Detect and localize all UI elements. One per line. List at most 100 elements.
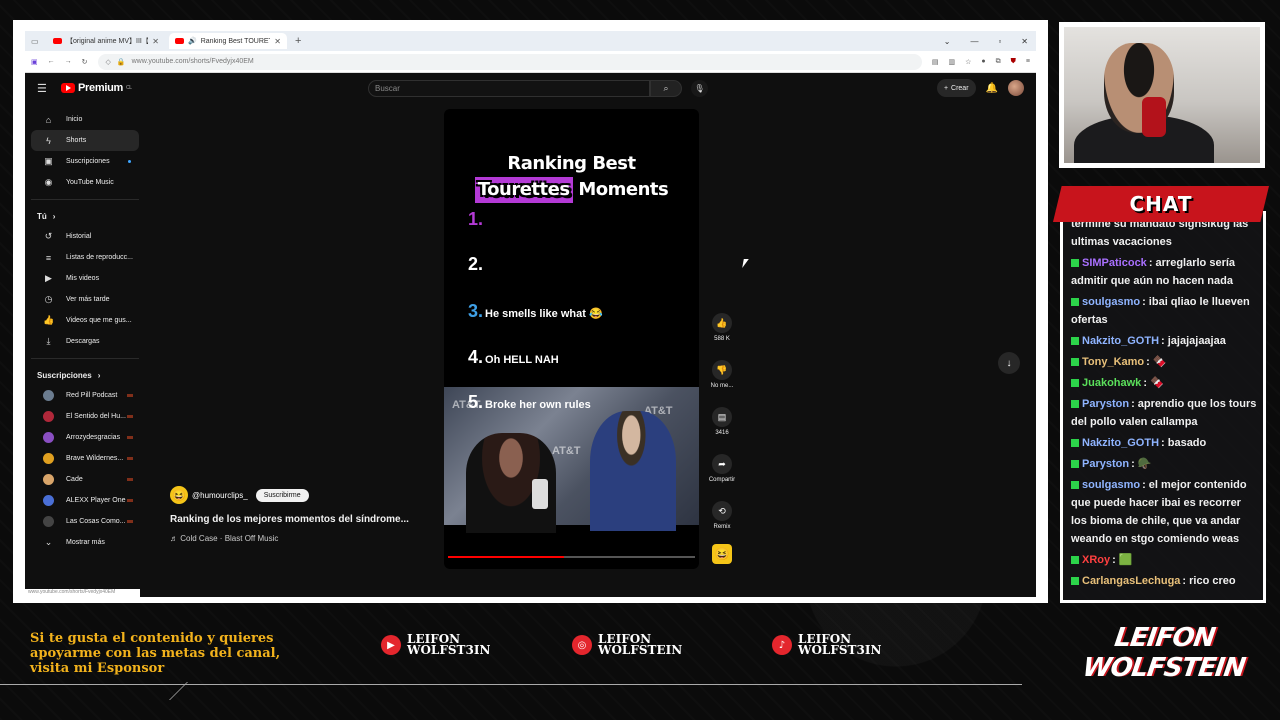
live-indicator bbox=[127, 478, 133, 481]
new-content-dot bbox=[128, 160, 131, 163]
close-tab-icon[interactable]: ✕ bbox=[152, 37, 159, 46]
remix-button[interactable]: ⟲ Remix bbox=[712, 501, 732, 548]
channel-handle[interactable]: @humourclips_ bbox=[192, 491, 248, 500]
music-row[interactable]: ♬ Cold Case · Blast Off Music bbox=[170, 534, 420, 543]
youtube-premium-logo[interactable]: Premium CL bbox=[61, 82, 132, 94]
sidebar-item-label: El Sentido del Hu... bbox=[66, 413, 126, 420]
chat-message: CarlangasLechuga: rico creo bbox=[1071, 572, 1257, 590]
close-window-button[interactable]: ✕ bbox=[1021, 37, 1028, 46]
bookmark-star-icon[interactable]: ☆ bbox=[965, 58, 971, 66]
sidebar-item-suscripciones[interactable]: ▣ Suscripciones bbox=[31, 151, 139, 172]
url-field[interactable]: ◇ 🔒 www.youtube.com/shorts/Fvedyjx40EM bbox=[97, 53, 922, 70]
kick-badge-icon bbox=[1071, 460, 1079, 469]
tab-list-icon[interactable]: ▭ bbox=[31, 37, 43, 46]
tiktok-icon: ♪ bbox=[772, 635, 792, 655]
next-short-button[interactable]: ↓ bbox=[998, 352, 1020, 374]
chat-text: : 🟩 bbox=[1112, 554, 1133, 566]
sidebar-item-my-videos[interactable]: ▶ Mis videos bbox=[31, 268, 139, 289]
sidebar-item-liked-videos[interactable]: 👍 Videos que me gus... bbox=[31, 310, 139, 331]
remix-label: Remix bbox=[713, 524, 731, 530]
voice-search-button[interactable]: 🎙 bbox=[691, 80, 708, 97]
sidebar-item-label: ALEXX Player One bbox=[66, 497, 126, 504]
close-tab-icon[interactable]: ✕ bbox=[274, 37, 281, 46]
lock-icon[interactable]: 🔒 bbox=[117, 58, 126, 66]
minimize-button[interactable]: — bbox=[970, 37, 978, 46]
share-button[interactable]: ➦ Compartir bbox=[709, 454, 735, 501]
channel-avatar-laughing-icon[interactable]: 😆 bbox=[712, 544, 732, 564]
sidebar-item-historial[interactable]: ↺ Historial bbox=[31, 226, 139, 247]
create-button[interactable]: + Crear bbox=[936, 79, 976, 97]
ranking-item: 1. bbox=[468, 209, 485, 230]
sidebar-item-downloads[interactable]: ⤓ Descargas bbox=[31, 331, 139, 352]
sidebar-toggle-icon[interactable]: ▣ bbox=[31, 58, 38, 66]
like-button[interactable]: 👍 588 K bbox=[712, 313, 732, 360]
sidebar-item-shorts[interactable]: ϟ Shorts bbox=[31, 130, 139, 151]
chat-message: Tony_Kamo: 🍫 bbox=[1071, 353, 1257, 371]
back-button[interactable]: ← bbox=[48, 58, 55, 65]
kick-badge-icon bbox=[1071, 439, 1079, 448]
sidebar-item-playlists[interactable]: ≡ Listas de reproducc... bbox=[31, 247, 139, 268]
sidebar-item-subscription[interactable]: El Sentido del Hu... bbox=[31, 406, 139, 427]
search-button[interactable]: ⌕ bbox=[650, 80, 682, 97]
footer-divider bbox=[0, 684, 1022, 685]
channel-avatar[interactable]: 😆 bbox=[170, 486, 188, 504]
sidebar-item-label: Cade bbox=[66, 476, 83, 483]
sidebar-item-inicio[interactable]: ⌂ Inicio bbox=[31, 109, 139, 130]
section-title: Tú bbox=[37, 211, 47, 221]
sidebar-item-subscription[interactable]: Arrozydesgracias bbox=[31, 427, 139, 448]
social-handle: LEIFON WOLFST3IN bbox=[798, 633, 882, 657]
comments-button[interactable]: ▤ 3416 bbox=[712, 407, 732, 454]
search-placeholder: Buscar bbox=[375, 84, 400, 93]
reader-icon[interactable]: ▥ bbox=[949, 58, 956, 66]
shield-icon[interactable]: ◇ bbox=[106, 58, 111, 66]
notifications-bell-icon[interactable]: 🔔 bbox=[986, 83, 998, 94]
sidebar-item-subscription[interactable]: Red Pill Podcast bbox=[31, 385, 139, 406]
sidebar-item-watch-later[interactable]: ◷ Ver más tarde bbox=[31, 289, 139, 310]
tab-search-icon[interactable]: ⌄ bbox=[944, 37, 951, 46]
music-icon: ◉ bbox=[44, 177, 53, 187]
sidebar-item-subscription[interactable]: Brave Wildernes... bbox=[31, 448, 139, 469]
search-input[interactable]: Buscar bbox=[368, 80, 650, 97]
sidebar-item-subscription[interactable]: Cade bbox=[31, 469, 139, 490]
kick-badge-icon bbox=[1071, 577, 1079, 586]
download-icon: ⤓ bbox=[46, 336, 51, 346]
subscribe-button[interactable]: Suscribirme bbox=[255, 488, 309, 502]
chat-message: Nakzito_GOTH: jajajajaajaa bbox=[1071, 332, 1257, 350]
sidebar-item-subscription[interactable]: Las Cosas Como... bbox=[31, 511, 139, 532]
forward-button[interactable]: → bbox=[65, 58, 72, 65]
short-video-player[interactable]: Ranking Best Tourettes Moments AT&T AT&T… bbox=[444, 109, 699, 569]
clock-icon: ◷ bbox=[44, 294, 53, 304]
video-progress-bar[interactable] bbox=[448, 556, 695, 558]
tab-anime-mv[interactable]: 【original anime MV】III【hololi ✕ bbox=[47, 33, 165, 49]
audio-playing-icon[interactable]: 🔊 bbox=[188, 37, 197, 45]
att-logo-watermark: AT&T bbox=[552, 445, 581, 457]
ranking-number: 5. bbox=[468, 392, 484, 412]
tab-ranking-tourettes[interactable]: 🔊 Ranking Best TOURETTES M ✕ bbox=[169, 33, 287, 49]
dislike-button[interactable]: 👎 No me... bbox=[711, 360, 733, 407]
sidebar-section-subscriptions[interactable]: Suscripciones › bbox=[25, 365, 145, 385]
brand-line2: WOLFSTEIN bbox=[1080, 653, 1247, 683]
account-avatar[interactable] bbox=[1008, 80, 1024, 96]
short-description[interactable]: Ranking de los mejores momentos del sínd… bbox=[170, 514, 420, 525]
logo-region: CL bbox=[125, 85, 132, 91]
reload-button[interactable]: ↻ bbox=[82, 58, 88, 66]
ranking-text: Broke her own rules bbox=[485, 399, 591, 411]
profile-icon[interactable]: ● bbox=[981, 58, 985, 66]
history-icon: ↺ bbox=[44, 231, 53, 241]
sidebar-item-youtube-music[interactable]: ◉ YouTube Music bbox=[31, 172, 139, 193]
hamburger-menu-icon[interactable]: ☰ bbox=[37, 82, 61, 95]
menu-icon[interactable]: ≡ bbox=[1026, 58, 1030, 66]
maximize-button[interactable]: ▫ bbox=[998, 37, 1001, 46]
social-handle-line2: WOLFSTEIN bbox=[598, 643, 683, 657]
mouse-cursor-icon bbox=[742, 259, 753, 268]
sidebar-section-tu[interactable]: Tú › bbox=[25, 206, 145, 226]
video-icon: ▶ bbox=[45, 273, 52, 283]
ublock-icon[interactable]: ⛊ bbox=[1011, 58, 1016, 66]
screenshot-icon[interactable]: ▤ bbox=[932, 58, 939, 66]
sidebar-item-label: Shorts bbox=[66, 137, 87, 144]
social-handle-line2: WOLFST3IN bbox=[798, 643, 882, 657]
extensions-icon[interactable]: ⧉ bbox=[996, 58, 1001, 66]
new-tab-button[interactable]: + bbox=[291, 35, 301, 47]
sidebar-item-subscription[interactable]: ALEXX Player One bbox=[31, 490, 139, 511]
sidebar-item-show-more[interactable]: ⌄ Mostrar más bbox=[31, 532, 139, 553]
